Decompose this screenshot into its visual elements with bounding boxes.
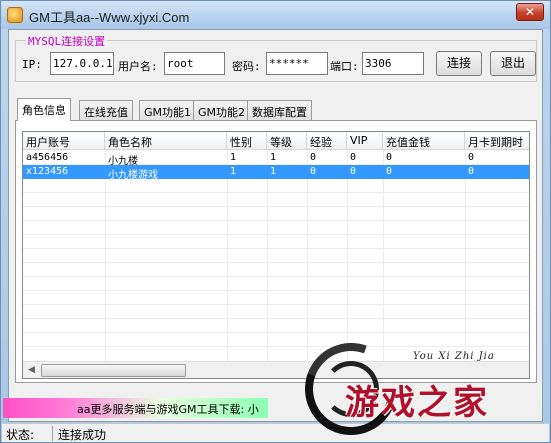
column-header[interactable]: 角色名称	[105, 132, 227, 150]
table-row[interactable]: x123456 小九楼游戏 1 1 0 0 0 0	[23, 165, 529, 179]
status-label: 状态:	[6, 428, 35, 442]
close-button[interactable]: ✕	[516, 3, 544, 21]
grid-line	[23, 234, 529, 235]
cell-role-name: 小九楼游戏	[108, 170, 158, 179]
exit-button[interactable]: 退出	[490, 51, 536, 76]
grid-line	[23, 192, 529, 193]
scroll-thumb[interactable]	[41, 364, 186, 377]
connect-button[interactable]: 连接	[436, 51, 482, 76]
tab-gm-function-1[interactable]: GM功能1	[139, 100, 197, 120]
cell-exp: 0	[310, 166, 317, 177]
tab-role-info[interactable]: 角色信息	[17, 98, 71, 121]
column-header[interactable]: 月卡到期时	[465, 132, 529, 150]
password-label: 密码:	[232, 60, 261, 73]
tab-online-recharge[interactable]: 在线充值	[79, 100, 133, 120]
mysql-settings-group: MYSQL连接设置 IP: 127.0.0.1 用户名: root 密码: **…	[15, 33, 537, 82]
cell-exp: 0	[310, 152, 317, 163]
cell-level: 1	[270, 166, 277, 177]
grid-line	[23, 262, 529, 263]
tab-database-config[interactable]: 数据库配置	[247, 100, 312, 120]
app-icon	[7, 7, 23, 23]
cell-gender: 1	[230, 166, 237, 177]
tab-gm-function-2[interactable]: GM功能2	[193, 100, 251, 120]
column-header[interactable]: 充值金钱	[383, 132, 465, 150]
user-input[interactable]: root	[164, 52, 225, 75]
cell-role-name: 小九楼	[108, 156, 138, 165]
column-header[interactable]: 用户账号	[23, 132, 105, 150]
cell-monthly-card: 0	[468, 152, 475, 163]
column-header[interactable]: 经验	[307, 132, 347, 150]
grid-line	[267, 150, 268, 362]
status-divider	[52, 426, 53, 441]
grid-line	[23, 276, 529, 277]
app-window: GM工具aa--Www.xjyxi.Com ✕ MYSQL连接设置 IP: 12…	[0, 0, 551, 443]
watermark-script: You Xi Zhi Jia	[413, 351, 495, 362]
download-marquee[interactable]: aa更多服务端与游戏GM工具下载: 小	[3, 398, 268, 418]
scroll-left-icon[interactable]: ◀	[23, 362, 40, 378]
grid-line	[23, 248, 529, 249]
watermark-text: 游戏之家	[345, 383, 489, 423]
port-label: 端口:	[330, 60, 359, 73]
cell-monthly-card: 0	[468, 166, 475, 177]
user-label: 用户名:	[118, 60, 158, 73]
ip-label: IP:	[22, 58, 42, 71]
cell-account: a456456	[26, 152, 69, 163]
grid-header: 用户账号 角色名称 性别 等级 经验 VIP 充值金钱 月卡到期时	[23, 132, 529, 150]
status-value: 连接成功	[58, 428, 107, 442]
cell-vip: 0	[350, 152, 357, 163]
group-legend: MYSQL连接设置	[26, 33, 108, 49]
ip-input[interactable]: 127.0.0.1	[50, 52, 114, 75]
cell-gender: 1	[230, 152, 237, 163]
cell-level: 1	[270, 152, 277, 163]
title-bar[interactable]: GM工具aa--Www.xjyxi.Com ✕	[1, 1, 550, 29]
cell-account: x123456	[26, 166, 69, 177]
grid-line	[23, 206, 529, 207]
grid-line	[23, 220, 529, 221]
port-input[interactable]: 3306	[362, 52, 424, 75]
window-title: GM工具aa--Www.xjyxi.Com	[29, 10, 190, 25]
grid-line	[23, 290, 529, 291]
marquee-text: aa更多服务端与游戏GM工具下载: 小	[77, 403, 259, 416]
password-input[interactable]: ******	[266, 52, 328, 75]
column-header[interactable]: 等级	[267, 132, 307, 150]
grid-line	[105, 150, 106, 362]
site-watermark: You Xi Zhi Jia 游戏之家	[289, 327, 551, 443]
grid-line	[23, 304, 529, 305]
grid-line	[227, 150, 228, 362]
column-header[interactable]: VIP	[347, 132, 383, 150]
cell-vip: 0	[350, 166, 357, 177]
table-row[interactable]: a456456 小九楼 1 1 0 0 0 0	[23, 151, 529, 165]
cell-recharge: 0	[386, 152, 393, 163]
grid-line	[23, 318, 529, 319]
cell-recharge: 0	[386, 166, 393, 177]
column-header[interactable]: 性别	[227, 132, 267, 150]
